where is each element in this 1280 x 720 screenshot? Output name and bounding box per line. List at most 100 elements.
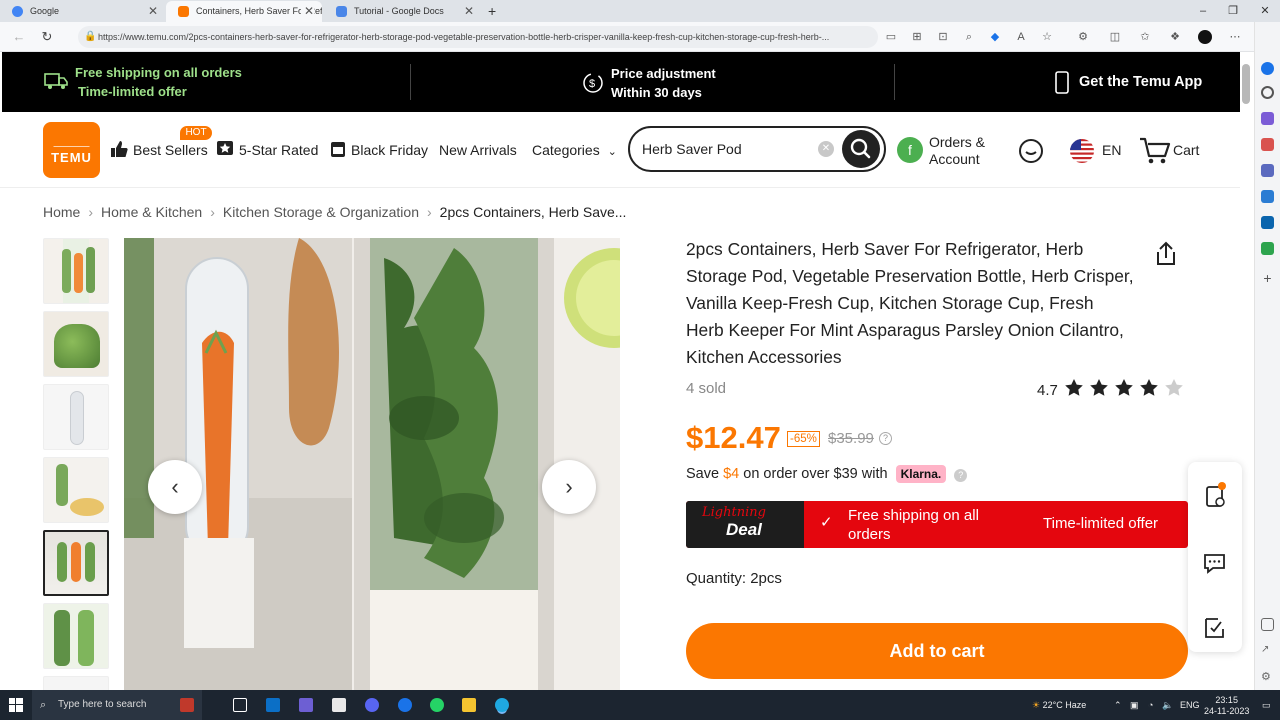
- breadcrumb-home-kitchen[interactable]: Home & Kitchen: [101, 204, 202, 220]
- add-icon[interactable]: +: [1261, 271, 1274, 285]
- nav-categories[interactable]: Categories ⌄: [532, 142, 617, 158]
- open-icon[interactable]: ↗: [1261, 644, 1274, 657]
- quantity-label[interactable]: Quantity: 2pcs: [686, 570, 782, 587]
- rating[interactable]: 4.7: [1037, 378, 1188, 399]
- mail-icon[interactable]: [266, 698, 280, 712]
- notification-icon[interactable]: [1261, 62, 1274, 75]
- breadcrumb-storage[interactable]: Kitchen Storage & Organization: [223, 204, 419, 220]
- edit-note-icon[interactable]: [1203, 616, 1227, 640]
- taskbar-search[interactable]: ⌕ Type here to search: [32, 690, 202, 720]
- shopping-icon[interactable]: [1261, 112, 1274, 125]
- thumbnail-7[interactable]: [43, 676, 109, 690]
- nav-best-sellers[interactable]: Best Sellers: [133, 142, 208, 158]
- nav-five-star-rated[interactable]: 5-Star Rated: [239, 142, 318, 158]
- temu-logo[interactable]: ⸏⸏⸏ TEMU: [43, 122, 100, 178]
- volume-icon[interactable]: 🔈: [1162, 690, 1173, 720]
- extensions-icon[interactable]: ⚙: [1076, 30, 1090, 44]
- games-icon[interactable]: [1261, 164, 1274, 177]
- refresh-icon[interactable]: ↻: [38, 28, 56, 46]
- deal-text: Free shipping on all orders: [848, 507, 979, 543]
- new-tab-button[interactable]: +: [482, 1, 506, 22]
- breadcrumb-home[interactable]: Home: [43, 204, 80, 220]
- url-input[interactable]: 🔒 https://www.temu.com/2pcs-containers-h…: [78, 26, 878, 48]
- favorites-icon[interactable]: ✩: [1138, 30, 1152, 44]
- tab-temu[interactable]: Containers, Herb Saver For Refrig ✕: [166, 1, 322, 22]
- clipboard-icon[interactable]: [1204, 482, 1228, 510]
- close-tab-icon[interactable]: ✕: [148, 1, 158, 21]
- thumbnail-1[interactable]: [43, 238, 109, 304]
- help-icon[interactable]: ?: [954, 469, 968, 482]
- windows-start-icon[interactable]: [9, 698, 23, 712]
- language-selector[interactable]: EN: [1102, 142, 1121, 158]
- outlook-icon[interactable]: [1261, 216, 1274, 229]
- tools-icon[interactable]: [1261, 138, 1274, 151]
- zoom-icon[interactable]: ⌕: [962, 30, 976, 44]
- scrollbar-thumb[interactable]: [1242, 64, 1250, 104]
- chrome-icon[interactable]: [398, 698, 412, 712]
- language-indicator[interactable]: ENG: [1180, 690, 1200, 720]
- back-icon[interactable]: ←: [10, 28, 28, 46]
- price-adjust-promo[interactable]: Price adjustment Within 30 days: [611, 64, 716, 102]
- apps-icon[interactable]: ⊞: [910, 30, 924, 44]
- add-to-cart-button[interactable]: Add to cart: [686, 623, 1188, 679]
- microsoft365-icon[interactable]: [1261, 190, 1274, 203]
- tag-icon[interactable]: ◆: [988, 30, 1002, 44]
- free-shipping-promo[interactable]: Free shipping on all orders Time-limited…: [75, 63, 242, 101]
- read-aloud-icon[interactable]: A: [1014, 30, 1028, 44]
- share-icon[interactable]: [1152, 240, 1180, 268]
- cart-icon[interactable]: [1138, 136, 1172, 166]
- close-tab-icon[interactable]: ✕: [464, 1, 474, 21]
- weather[interactable]: ☀ 22°C Haze: [1032, 690, 1086, 720]
- tray-chevron-icon[interactable]: ⌃: [1114, 690, 1122, 720]
- thumbnail-2[interactable]: [43, 311, 109, 377]
- maximize-icon[interactable]: ❐: [1218, 0, 1248, 22]
- store-icon[interactable]: [332, 698, 346, 712]
- more-icon[interactable]: ⋯: [1228, 30, 1242, 44]
- screen-icon[interactable]: ▭: [884, 30, 898, 44]
- settings-icon[interactable]: ⚙: [1261, 670, 1274, 683]
- nav-new-arrivals[interactable]: New Arrivals: [439, 142, 517, 158]
- tab-google-docs[interactable]: Tutorial - Google Docs ✕: [324, 1, 482, 22]
- tray-app-icon[interactable]: ▣: [1130, 690, 1139, 720]
- search-input[interactable]: [642, 138, 812, 160]
- search-icon[interactable]: [1261, 86, 1274, 99]
- task-view-icon[interactable]: [233, 698, 247, 712]
- whatsapp-icon[interactable]: [430, 698, 444, 712]
- nav-black-friday[interactable]: Black Friday: [351, 142, 428, 158]
- edge-icon[interactable]: [495, 698, 509, 712]
- thumbnail-5-selected[interactable]: [43, 530, 109, 596]
- grid-icon[interactable]: ⊡: [936, 30, 950, 44]
- network-icon[interactable]: ◔: [1148, 690, 1153, 720]
- lightning-deal-banner[interactable]: Lightning Deal ✓ Free shipping on all or…: [686, 501, 1188, 548]
- split-screen-icon[interactable]: ◫: [1108, 30, 1122, 44]
- close-window-icon[interactable]: ✕: [1250, 0, 1280, 22]
- thumbnail-4[interactable]: [43, 457, 109, 523]
- profile-avatar[interactable]: [1198, 30, 1212, 44]
- notifications-icon[interactable]: ▭: [1262, 690, 1271, 720]
- thumbnail-6[interactable]: [43, 603, 109, 669]
- previous-image-button[interactable]: ‹: [148, 460, 202, 514]
- thumbnail-3[interactable]: [43, 384, 109, 450]
- favorite-icon[interactable]: ☆: [1040, 30, 1054, 44]
- cart-link[interactable]: Cart: [1173, 142, 1199, 158]
- tab-google[interactable]: Google ✕: [0, 1, 166, 22]
- account-avatar[interactable]: f: [897, 137, 923, 163]
- drop-icon[interactable]: [1261, 242, 1274, 255]
- info-icon[interactable]: ?: [879, 432, 892, 445]
- clear-search-icon[interactable]: ✕: [818, 141, 834, 157]
- file-explorer-icon[interactable]: [462, 698, 476, 712]
- message-icon[interactable]: [1203, 552, 1227, 576]
- minimize-icon[interactable]: –: [1188, 0, 1218, 22]
- next-image-button[interactable]: ›: [542, 460, 596, 514]
- teams-icon[interactable]: [299, 698, 313, 712]
- chat-icon[interactable]: [1017, 137, 1045, 165]
- orders-account-link[interactable]: Orders & Account: [929, 134, 985, 168]
- logo-text: TEMU: [51, 150, 92, 165]
- search-button[interactable]: [842, 130, 880, 168]
- get-app-link[interactable]: Get the Temu App: [1079, 73, 1202, 92]
- clock[interactable]: 23:15 24-11-2023: [1204, 695, 1249, 717]
- collections-icon[interactable]: ❖: [1168, 30, 1182, 44]
- close-tab-icon[interactable]: ✕: [300, 1, 314, 21]
- discord-icon[interactable]: [365, 698, 379, 712]
- layout-icon[interactable]: [1261, 618, 1274, 631]
